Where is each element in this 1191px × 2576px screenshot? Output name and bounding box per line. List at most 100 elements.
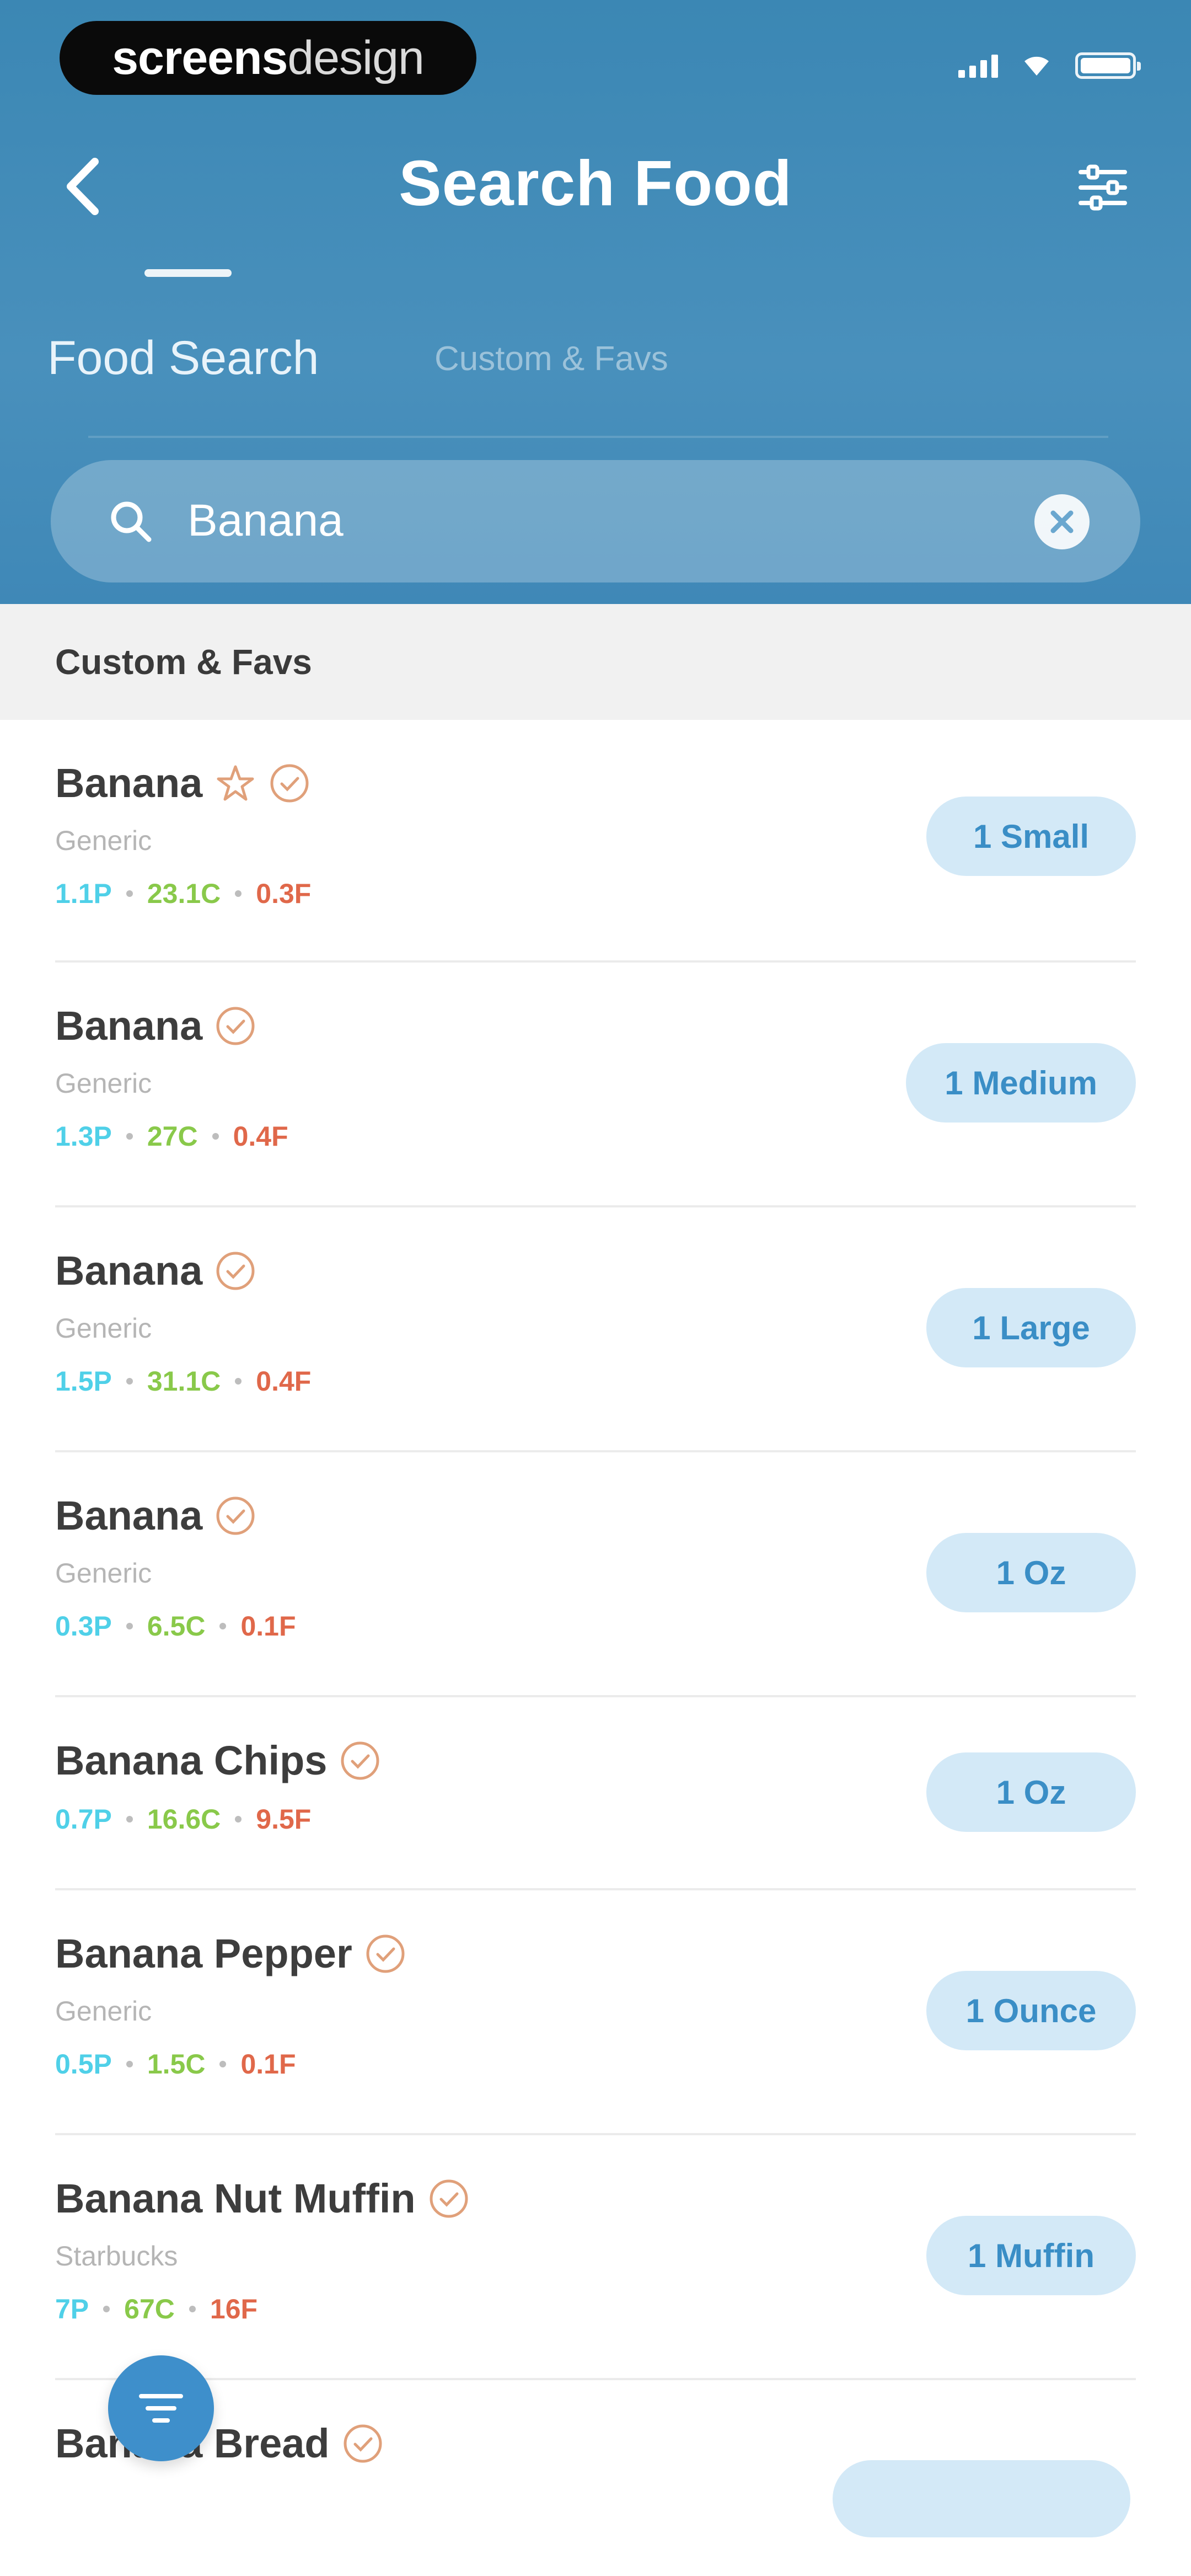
macro-separator [126,890,133,897]
protein-value: 1.3P [55,1121,112,1152]
page-title: Search Food [399,147,792,219]
list-item[interactable]: Banana Generic 1.1P 23.1C 0.3F 1 Small [0,720,1191,963]
serving-button[interactable]: 1 Oz [926,1752,1136,1832]
protein-value: 1.5P [55,1366,112,1397]
protein-value: 0.7P [55,1804,112,1835]
macros: 7P 67C 16F [55,2293,257,2325]
macro-separator [235,1816,242,1823]
macro-separator [126,1133,133,1140]
list-item[interactable]: Banana Generic 0.3P 6.5C 0.1F 1 Oz [0,1452,1191,1697]
list-item[interactable]: Banana Generic 1.5P 31.1C 0.4F 1 Large [0,1207,1191,1452]
food-source: Generic [55,1558,152,1589]
watermark-light-text: design [287,31,424,84]
fat-value: 0.3F [256,878,312,909]
star-icon[interactable] [214,762,256,804]
tab-divider [88,436,1108,438]
food-name: Banana [55,1003,203,1049]
status-icons [958,52,1141,79]
clear-circle-icon [1034,494,1090,549]
macro-separator [126,2061,133,2067]
serving-button[interactable] [833,2460,1130,2537]
food-name: Banana Nut Muffin [55,2176,416,2221]
fat-value: 0.1F [240,2049,296,2080]
verified-check-icon [216,1007,255,1045]
filter-funnel-icon [139,2394,183,2423]
verified-check-icon [430,2179,468,2217]
search-bar[interactable] [51,460,1140,582]
signal-icon [958,54,998,78]
tab-custom-favs[interactable]: Custom & Favs [434,339,668,378]
carbs-value: 6.5C [147,1611,206,1642]
floating-filter-button[interactable] [108,2355,214,2461]
serving-button[interactable]: 1 Oz [926,1533,1136,1612]
food-source: Generic [55,1313,152,1344]
results-list: Banana Generic 1.1P 23.1C 0.3F 1 Small B… [0,720,1191,2491]
food-name: Banana [55,1493,203,1538]
tab-food-search[interactable]: Food Search [47,331,319,386]
section-header: Custom & Favs [0,604,1191,720]
macro-separator [103,2306,110,2312]
active-tab-indicator [144,269,232,277]
carbs-value: 27C [147,1121,198,1152]
filter-settings-button[interactable] [1075,160,1130,215]
list-item[interactable]: Banana Chips 0.7P 16.6C 9.5F 1 Oz [0,1697,1191,1890]
protein-value: 1.1P [55,878,112,909]
macros: 1.1P 23.1C 0.3F [55,878,311,910]
macro-separator [219,1623,227,1629]
clear-search-button[interactable] [1032,492,1092,552]
fat-value: 16F [210,2294,258,2324]
macros: 1.3P 27C 0.4F [55,1120,288,1152]
verified-check-icon [216,1497,255,1535]
carbs-value: 16.6C [147,1804,221,1835]
macro-separator [189,2306,196,2312]
macros: 1.5P 31.1C 0.4F [55,1365,311,1397]
fat-value: 0.4F [256,1366,312,1397]
macro-separator [126,1378,133,1385]
protein-value: 0.3P [55,1611,112,1642]
food-source: Generic [55,825,152,856]
header: screens design Search Food Food Search C… [0,0,1191,604]
macro-separator [126,1816,133,1823]
verified-check-icon [216,1252,255,1290]
fat-value: 0.4F [233,1121,288,1152]
wifi-icon [1024,56,1049,76]
food-source: Generic [55,1996,152,2027]
filter-sliders-icon [1079,164,1127,211]
macros: 0.7P 16.6C 9.5F [55,1803,311,1835]
verified-check-icon [366,1934,405,1973]
carbs-value: 31.1C [147,1366,221,1397]
watermark-bold-text: screens [112,31,288,84]
macros: 0.5P 1.5C 0.1F [55,2048,296,2080]
carbs-value: 67C [124,2294,175,2324]
macro-separator [235,1378,242,1385]
search-icon [111,501,152,542]
food-name: Banana Chips [55,1738,328,1783]
macro-separator [219,2061,227,2067]
verified-check-icon [341,1741,379,1779]
list-item[interactable]: Banana Generic 1.3P 27C 0.4F 1 Medium [0,963,1191,1207]
food-source: Generic [55,1068,152,1099]
protein-value: 0.5P [55,2049,112,2080]
carbs-value: 23.1C [147,878,221,909]
serving-button[interactable]: 1 Medium [906,1043,1136,1123]
food-name: Banana [55,1248,203,1294]
serving-button[interactable]: 1 Ounce [926,1971,1136,2050]
food-search-screen: screens design Search Food Food Search C… [0,0,1191,2576]
food-name: Banana [55,760,203,806]
fat-value: 9.5F [256,1804,312,1835]
search-input[interactable] [187,488,987,554]
serving-button[interactable]: 1 Large [926,1288,1136,1367]
battery-icon [1075,52,1141,79]
protein-value: 7P [55,2294,89,2324]
list-item[interactable]: Banana Pepper Generic 0.5P 1.5C 0.1F 1 O… [0,1890,1191,2135]
list-item[interactable]: Banana Nut Muffin Starbucks 7P 67C 16F 1… [0,2135,1191,2380]
macros: 0.3P 6.5C 0.1F [55,1610,296,1642]
serving-button[interactable]: 1 Muffin [926,2216,1136,2295]
carbs-value: 1.5C [147,2049,206,2080]
food-source: Starbucks [55,2241,178,2272]
screensdesign-watermark: screens design [60,21,476,95]
macro-separator [126,1623,133,1629]
verified-check-icon [344,2424,382,2462]
serving-button[interactable]: 1 Small [926,797,1136,876]
food-name: Banana Pepper [55,1931,352,1976]
